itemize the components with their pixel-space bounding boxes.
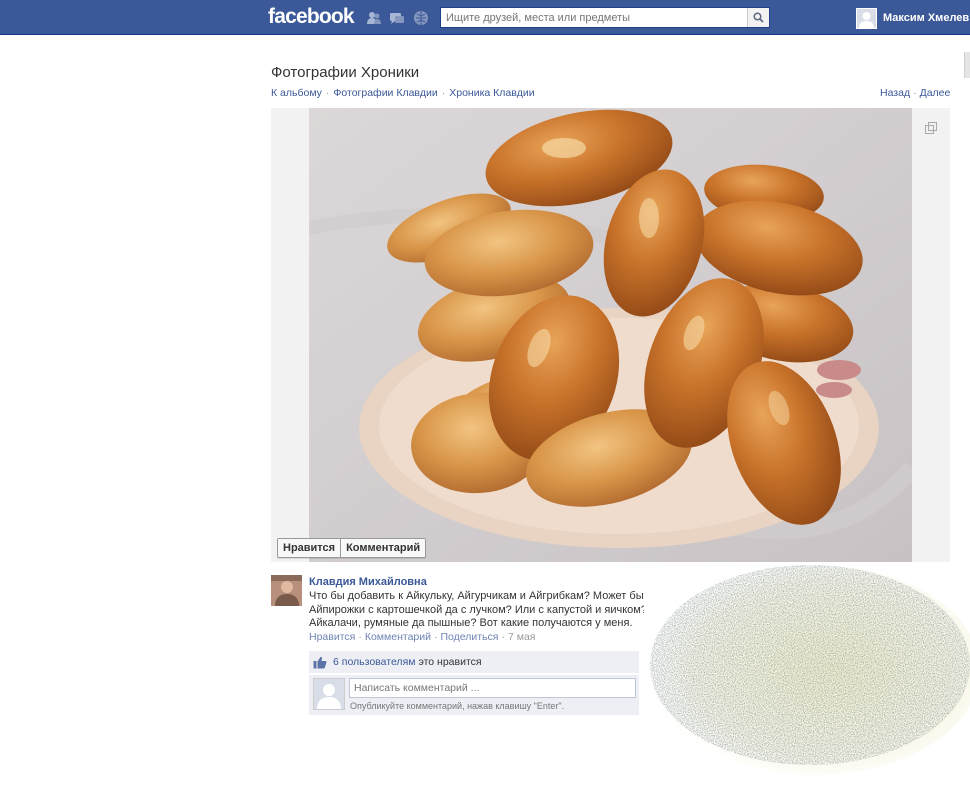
notifications-icon[interactable] bbox=[413, 10, 429, 26]
facebook-logo[interactable]: facebook bbox=[268, 5, 355, 29]
photo-caption: Что бы добавить к Айкульку, Айгурчикам и… bbox=[309, 590, 644, 631]
photo-like-button[interactable]: Нравится bbox=[278, 539, 341, 557]
commenter-avatar bbox=[313, 678, 345, 710]
photo[interactable] bbox=[309, 108, 912, 562]
search-icon bbox=[753, 12, 764, 23]
photo-navigation: Назад · Далее bbox=[880, 87, 951, 99]
friend-requests-icon[interactable] bbox=[366, 10, 382, 26]
page-title: Фотографии Хроники bbox=[271, 64, 420, 81]
photo-stage bbox=[271, 108, 950, 562]
comment-hint: Опубликуйте комментарий, нажав клавишу "… bbox=[350, 701, 565, 711]
photo-comment-button[interactable]: Комментарий bbox=[340, 539, 426, 557]
user-name: Максим Хмелев bbox=[883, 12, 970, 24]
top-bar: facebook Максим Хмелев bbox=[0, 0, 970, 35]
expand-icon[interactable] bbox=[925, 122, 937, 134]
scrollbar[interactable] bbox=[964, 52, 970, 78]
avatar bbox=[856, 7, 877, 29]
caption-line: Айкалачи, румяные да пышные? Вот какие п… bbox=[309, 617, 633, 629]
photo-image bbox=[309, 108, 912, 562]
likes-count-link[interactable]: 6 пользователям bbox=[333, 656, 415, 668]
post-date[interactable]: 7 мая bbox=[508, 631, 536, 643]
next-photo-link[interactable]: Далее bbox=[920, 87, 951, 99]
previous-photo-link[interactable]: Назад bbox=[880, 87, 910, 99]
breadcrumb-photos-link[interactable]: Фотографии Клавдии bbox=[333, 87, 437, 99]
comment-composer: Написать комментарий ... Опубликуйте ком… bbox=[309, 675, 639, 715]
likes-summary: 6 пользователям это нравится bbox=[309, 651, 639, 673]
breadcrumb: К альбому · Фотографии Клавдии · Хроника Кла… bbox=[271, 87, 535, 99]
redacted-area bbox=[630, 560, 970, 775]
user-profile-link[interactable]: Максим Хмелев bbox=[856, 7, 969, 29]
author-avatar[interactable] bbox=[271, 575, 302, 606]
like-link[interactable]: Нравится bbox=[309, 631, 355, 643]
search-input[interactable] bbox=[441, 8, 741, 27]
breadcrumb-album-link[interactable]: К альбому bbox=[271, 87, 322, 99]
search-button[interactable] bbox=[747, 8, 769, 27]
caption-line: Айпирожки с картошечкой да с лучком? Или… bbox=[309, 603, 644, 616]
author-name[interactable]: Клавдия Михайловна bbox=[309, 576, 427, 588]
thumbs-up-icon bbox=[313, 656, 327, 668]
comment-input[interactable]: Написать комментарий ... bbox=[349, 678, 636, 698]
photo-actions: Нравится Комментарий bbox=[277, 538, 427, 558]
comment-link[interactable]: Комментарий bbox=[365, 631, 431, 643]
breadcrumb-timeline-link[interactable]: Хроника Клавдии bbox=[449, 87, 534, 99]
caption-line: Что бы добавить к Айкульку, Айгурчикам и… bbox=[309, 590, 644, 602]
messages-icon[interactable] bbox=[389, 10, 405, 26]
share-link[interactable]: Поделиться bbox=[440, 631, 498, 643]
search-box[interactable] bbox=[440, 7, 770, 28]
likes-suffix: это нравится bbox=[418, 656, 482, 668]
post-meta: Нравится · Комментарий · Поделиться · 7 мая bbox=[309, 631, 536, 643]
